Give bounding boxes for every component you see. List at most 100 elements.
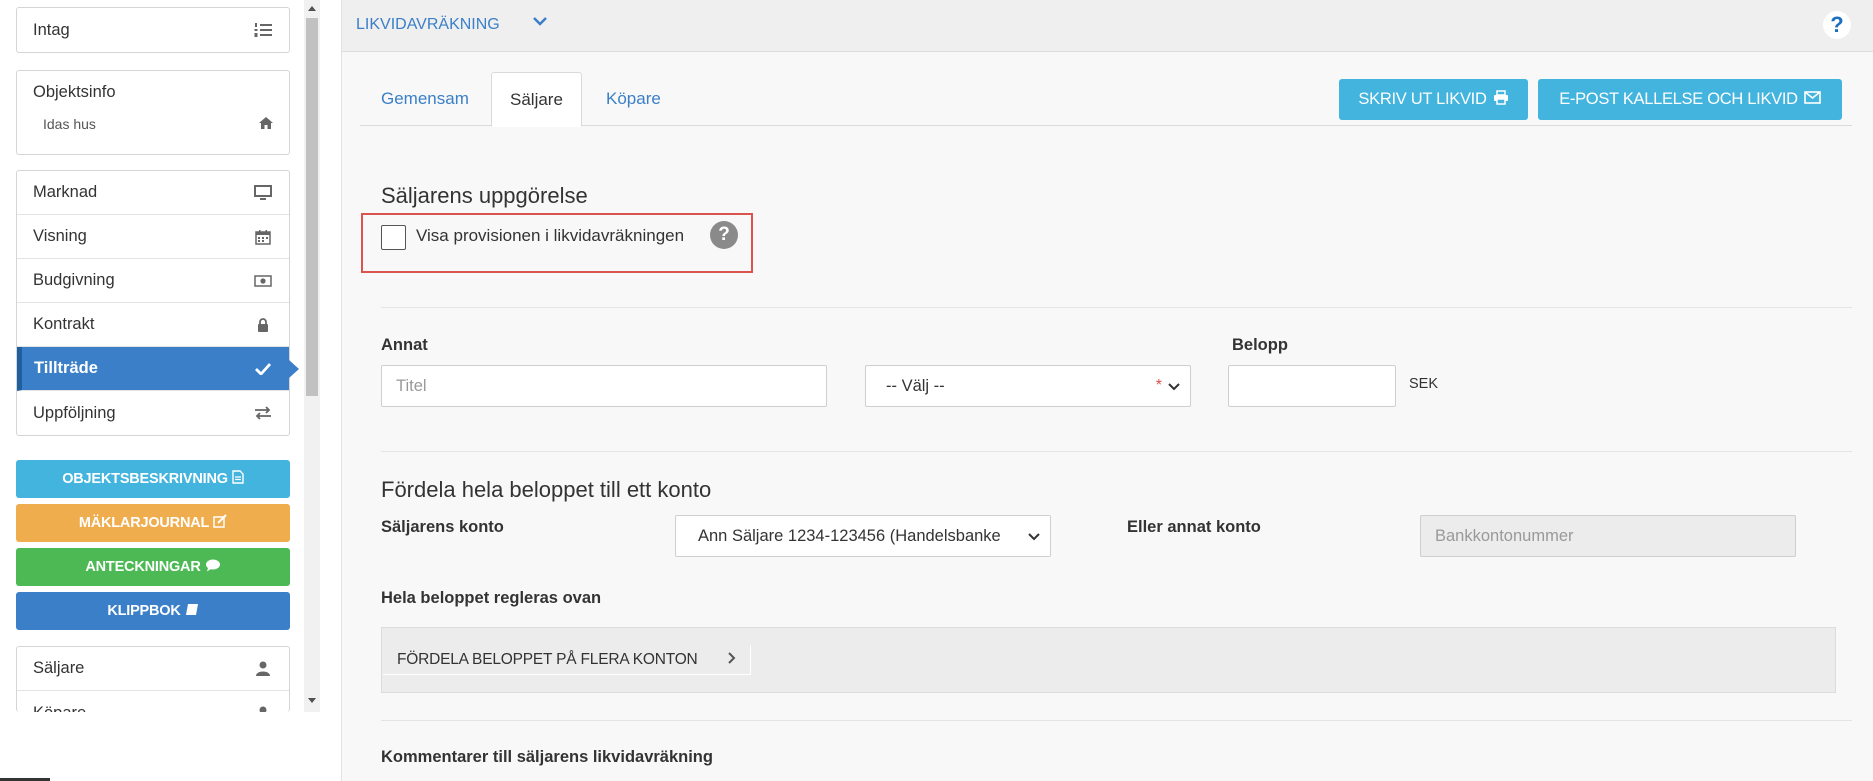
scrollbar-thumb[interactable] <box>306 18 318 396</box>
sidebar-item-kontrakt[interactable]: Kontrakt <box>17 303 289 347</box>
amount-input[interactable] <box>1228 365 1396 407</box>
header-bar: LIKVIDAVRÄKNING ? <box>342 0 1873 52</box>
monitor-icon <box>253 183 273 203</box>
email-kallelse-label: E-POST KALLELSE OCH LIKVID <box>1559 90 1798 108</box>
tab-gemensam[interactable]: Gemensam <box>381 72 469 126</box>
phase-nav: Marknad Visning Budgivning Kontrakt Till… <box>16 170 299 436</box>
title-placeholder: Titel <box>396 376 427 395</box>
money-icon <box>253 271 273 291</box>
objektsinfo-title: Objektsinfo <box>33 83 116 101</box>
print-likvid-button[interactable]: SKRIV UT LIKVID <box>1339 79 1528 120</box>
sidebar-scrollbar[interactable] <box>304 0 320 712</box>
user-icon <box>253 703 273 712</box>
chevron-right-icon <box>727 651 736 669</box>
seller-account-label: Säljarens konto <box>381 518 504 536</box>
comment-icon <box>205 559 221 576</box>
question-circle-icon[interactable]: ? <box>710 221 738 249</box>
sidebar-item-label: Intag <box>33 20 70 39</box>
help-glyph: ? <box>1830 12 1844 37</box>
user-icon <box>253 659 273 679</box>
edit-icon <box>213 514 227 532</box>
distribute-multiple-button[interactable]: FÖRDELA BELOPPET PÅ FLERA KONTON <box>383 645 751 675</box>
scroll-down-arrow-icon[interactable] <box>308 698 316 703</box>
anteckningar-label: ANTECKNINGAR <box>85 559 201 575</box>
seller-account-value: Ann Säljare 1234-123456 (Handelsbanke <box>698 526 1001 545</box>
calendar-icon <box>253 227 273 247</box>
chevron-down-icon <box>1028 527 1040 546</box>
other-account-label: Eller annat konto <box>1127 518 1261 536</box>
tab-saljare[interactable]: Säljare <box>491 72 582 127</box>
sidebar-item-budgivning[interactable]: Budgivning <box>17 259 289 303</box>
help-icon[interactable]: ? <box>1823 11 1851 39</box>
print-likvid-label: SKRIV UT LIKVID <box>1358 90 1487 108</box>
maklarjournal-label: MÄKLARJOURNAL <box>78 515 210 531</box>
seller-settlement-heading: Säljarens uppgörelse <box>381 183 588 208</box>
sidebar-item-kopare[interactable]: Köpare <box>17 691 289 712</box>
belopp-label: Belopp <box>1232 336 1288 354</box>
objektsinfo-subtitle: Idas hus <box>43 116 96 132</box>
objektsbeskrivning-label: OBJEKTSBESKRIVNING <box>62 471 228 487</box>
sidebar-item-label: Marknad <box>33 183 98 201</box>
title-input[interactable]: Titel <box>381 365 827 407</box>
sidebar-item-visning[interactable]: Visning <box>17 215 289 259</box>
sidebar-item-saljare[interactable]: Säljare <box>17 647 289 691</box>
divider <box>381 307 1852 308</box>
scroll-up-arrow-icon[interactable] <box>308 6 316 11</box>
divider <box>381 451 1852 452</box>
people-nav: Säljare Köpare <box>16 646 290 712</box>
chevron-down-icon <box>1168 377 1180 396</box>
tab-kopare[interactable]: Köpare <box>606 72 661 126</box>
objektsbeskrivning-button[interactable]: OBJEKTSBESKRIVNING <box>16 460 290 498</box>
sidebar-item-label: Säljare <box>33 659 85 677</box>
intag-card: Intag <box>16 7 290 53</box>
print-icon <box>1493 89 1509 110</box>
envelope-icon <box>1803 90 1821 109</box>
tab-label: Gemensam <box>381 89 469 108</box>
sidebar-item-label: Tillträde <box>34 359 98 377</box>
book-icon <box>185 603 199 620</box>
file-text-icon <box>232 470 244 488</box>
seller-account-select[interactable]: Ann Säljare 1234-123456 (Handelsbanke <box>675 515 1051 557</box>
sidebar-item-intag[interactable]: Intag <box>17 8 289 52</box>
anteckningar-button[interactable]: ANTECKNINGAR <box>16 548 290 586</box>
type-select-value: -- Välj -- <box>886 376 945 395</box>
klippbok-label: KLIPPBOK <box>107 603 181 619</box>
list-ol-icon <box>253 20 273 40</box>
page-title[interactable]: LIKVIDAVRÄKNING <box>356 16 500 34</box>
distribute-heading: Fördela hela beloppet till ett konto <box>381 477 712 502</box>
sidebar-item-tilltrade[interactable]: Tillträde <box>17 347 299 391</box>
lock-icon <box>253 315 273 335</box>
annat-label: Annat <box>381 336 428 354</box>
currency-label: SEK <box>1409 376 1439 392</box>
comments-label: Kommentarer till säljarens likvidavräkni… <box>381 748 713 766</box>
sidebar-item-label: Visning <box>33 227 87 245</box>
objektsinfo-card[interactable]: Objektsinfo Idas hus <box>16 70 290 155</box>
sidebar-item-marknad[interactable]: Marknad <box>17 171 289 215</box>
distribute-multiple-label: FÖRDELA BELOPPET PÅ FLERA KONTON <box>397 650 698 668</box>
sidebar: Intag Objektsinfo Idas hus Marknad Visni… <box>0 0 305 712</box>
show-commission-label[interactable]: Visa provisionen i likvidavräkningen <box>416 226 684 246</box>
distribute-panel: FÖRDELA BELOPPET PÅ FLERA KONTON <box>381 627 1836 693</box>
tab-label: Köpare <box>606 89 661 108</box>
sidebar-item-label: Uppföljning <box>33 403 116 422</box>
check-icon <box>253 359 273 379</box>
home-icon <box>259 116 273 132</box>
maklarjournal-button[interactable]: MÄKLARJOURNAL <box>16 504 290 542</box>
sidebar-item-label: Kontrakt <box>33 315 95 333</box>
sidebar-item-label: Budgivning <box>33 271 115 289</box>
klippbok-button[interactable]: KLIPPBOK <box>16 592 290 630</box>
other-account-input[interactable]: Bankkontonummer <box>1420 515 1796 557</box>
divider <box>381 720 1852 721</box>
sidebar-item-uppfoljning[interactable]: Uppföljning <box>17 391 289 435</box>
type-select[interactable]: -- Välj -- * <box>865 365 1191 407</box>
chevron-down-icon[interactable] <box>532 14 548 32</box>
tab-label: Säljare <box>510 89 563 109</box>
main-content: LIKVIDAVRÄKNING ? Gemensam Säljare Köpar… <box>341 0 1873 781</box>
other-account-placeholder: Bankkontonummer <box>1435 526 1574 545</box>
exchange-icon <box>253 403 273 423</box>
show-commission-checkbox[interactable] <box>381 225 406 250</box>
sidebar-item-label: Köpare <box>33 704 86 713</box>
help-glyph: ? <box>718 224 730 245</box>
settled-text: Hela beloppet regleras ovan <box>381 589 602 607</box>
email-kallelse-button[interactable]: E-POST KALLELSE OCH LIKVID <box>1538 79 1842 120</box>
